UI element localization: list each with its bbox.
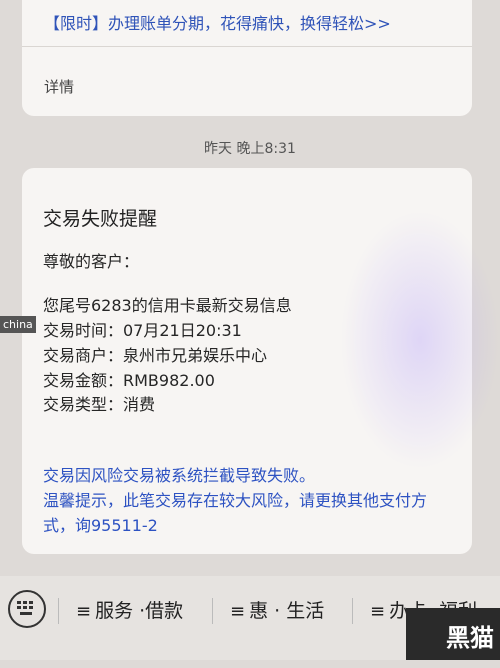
intro-text: 您尾号6283的信用卡最新交易信息 (43, 296, 292, 315)
menu-list-icon: ≡ (230, 601, 246, 622)
menu-services-loans[interactable]: ≡ 服务 ·借款 (76, 596, 183, 623)
promo-message-card[interactable]: 【限时】办理账单分期，花得痛快，换得轻松>> 详情 (22, 0, 472, 116)
tip-line-1: 温馨提示，此笔交易存在较大风险，请更换其他支付方 (43, 491, 428, 510)
transaction-type: 交易类型：消费 (43, 395, 156, 414)
menu-separator (352, 598, 353, 624)
details-link[interactable]: 详情 (44, 76, 74, 97)
watermark-left: china (0, 316, 36, 333)
message-title: 交易失败提醒 (43, 208, 158, 230)
tip-line-2[interactable]: 式，询95511-2 (43, 512, 158, 536)
divider (22, 46, 472, 47)
keyboard-icon[interactable] (8, 590, 46, 628)
menu-separator (58, 598, 59, 624)
transaction-message-card: 交易失败提醒 尊敬的客户： 您尾号6283的信用卡最新交易信息 交易时间：07月… (22, 168, 472, 554)
menu-label: 服务 ·借款 (95, 600, 184, 622)
transaction-merchant: 交易商户：泉州市兄弟娱乐中心 (43, 346, 268, 365)
transaction-amount: 交易金额：RMB982.00 (43, 371, 215, 390)
message-timestamp: 昨天 晚上8:31 (204, 141, 296, 157)
failure-notice: 交易因风险交易被系统拦截导致失败。 (43, 466, 316, 485)
transaction-time: 交易时间：07月21日20:31 (43, 321, 242, 340)
menu-benefits-life[interactable]: ≡ 惠 · 生活 (230, 596, 324, 623)
menu-list-icon: ≡ (76, 601, 92, 622)
menu-label: 惠 · 生活 (249, 600, 325, 622)
promo-link[interactable]: 【限时】办理账单分期，花得痛快，换得轻松>> (44, 10, 391, 34)
menu-separator (212, 598, 213, 624)
watermark-logo: 黑猫 (406, 608, 500, 660)
menu-list-icon: ≡ (370, 601, 386, 622)
greeting-text: 尊敬的客户： (43, 252, 140, 271)
